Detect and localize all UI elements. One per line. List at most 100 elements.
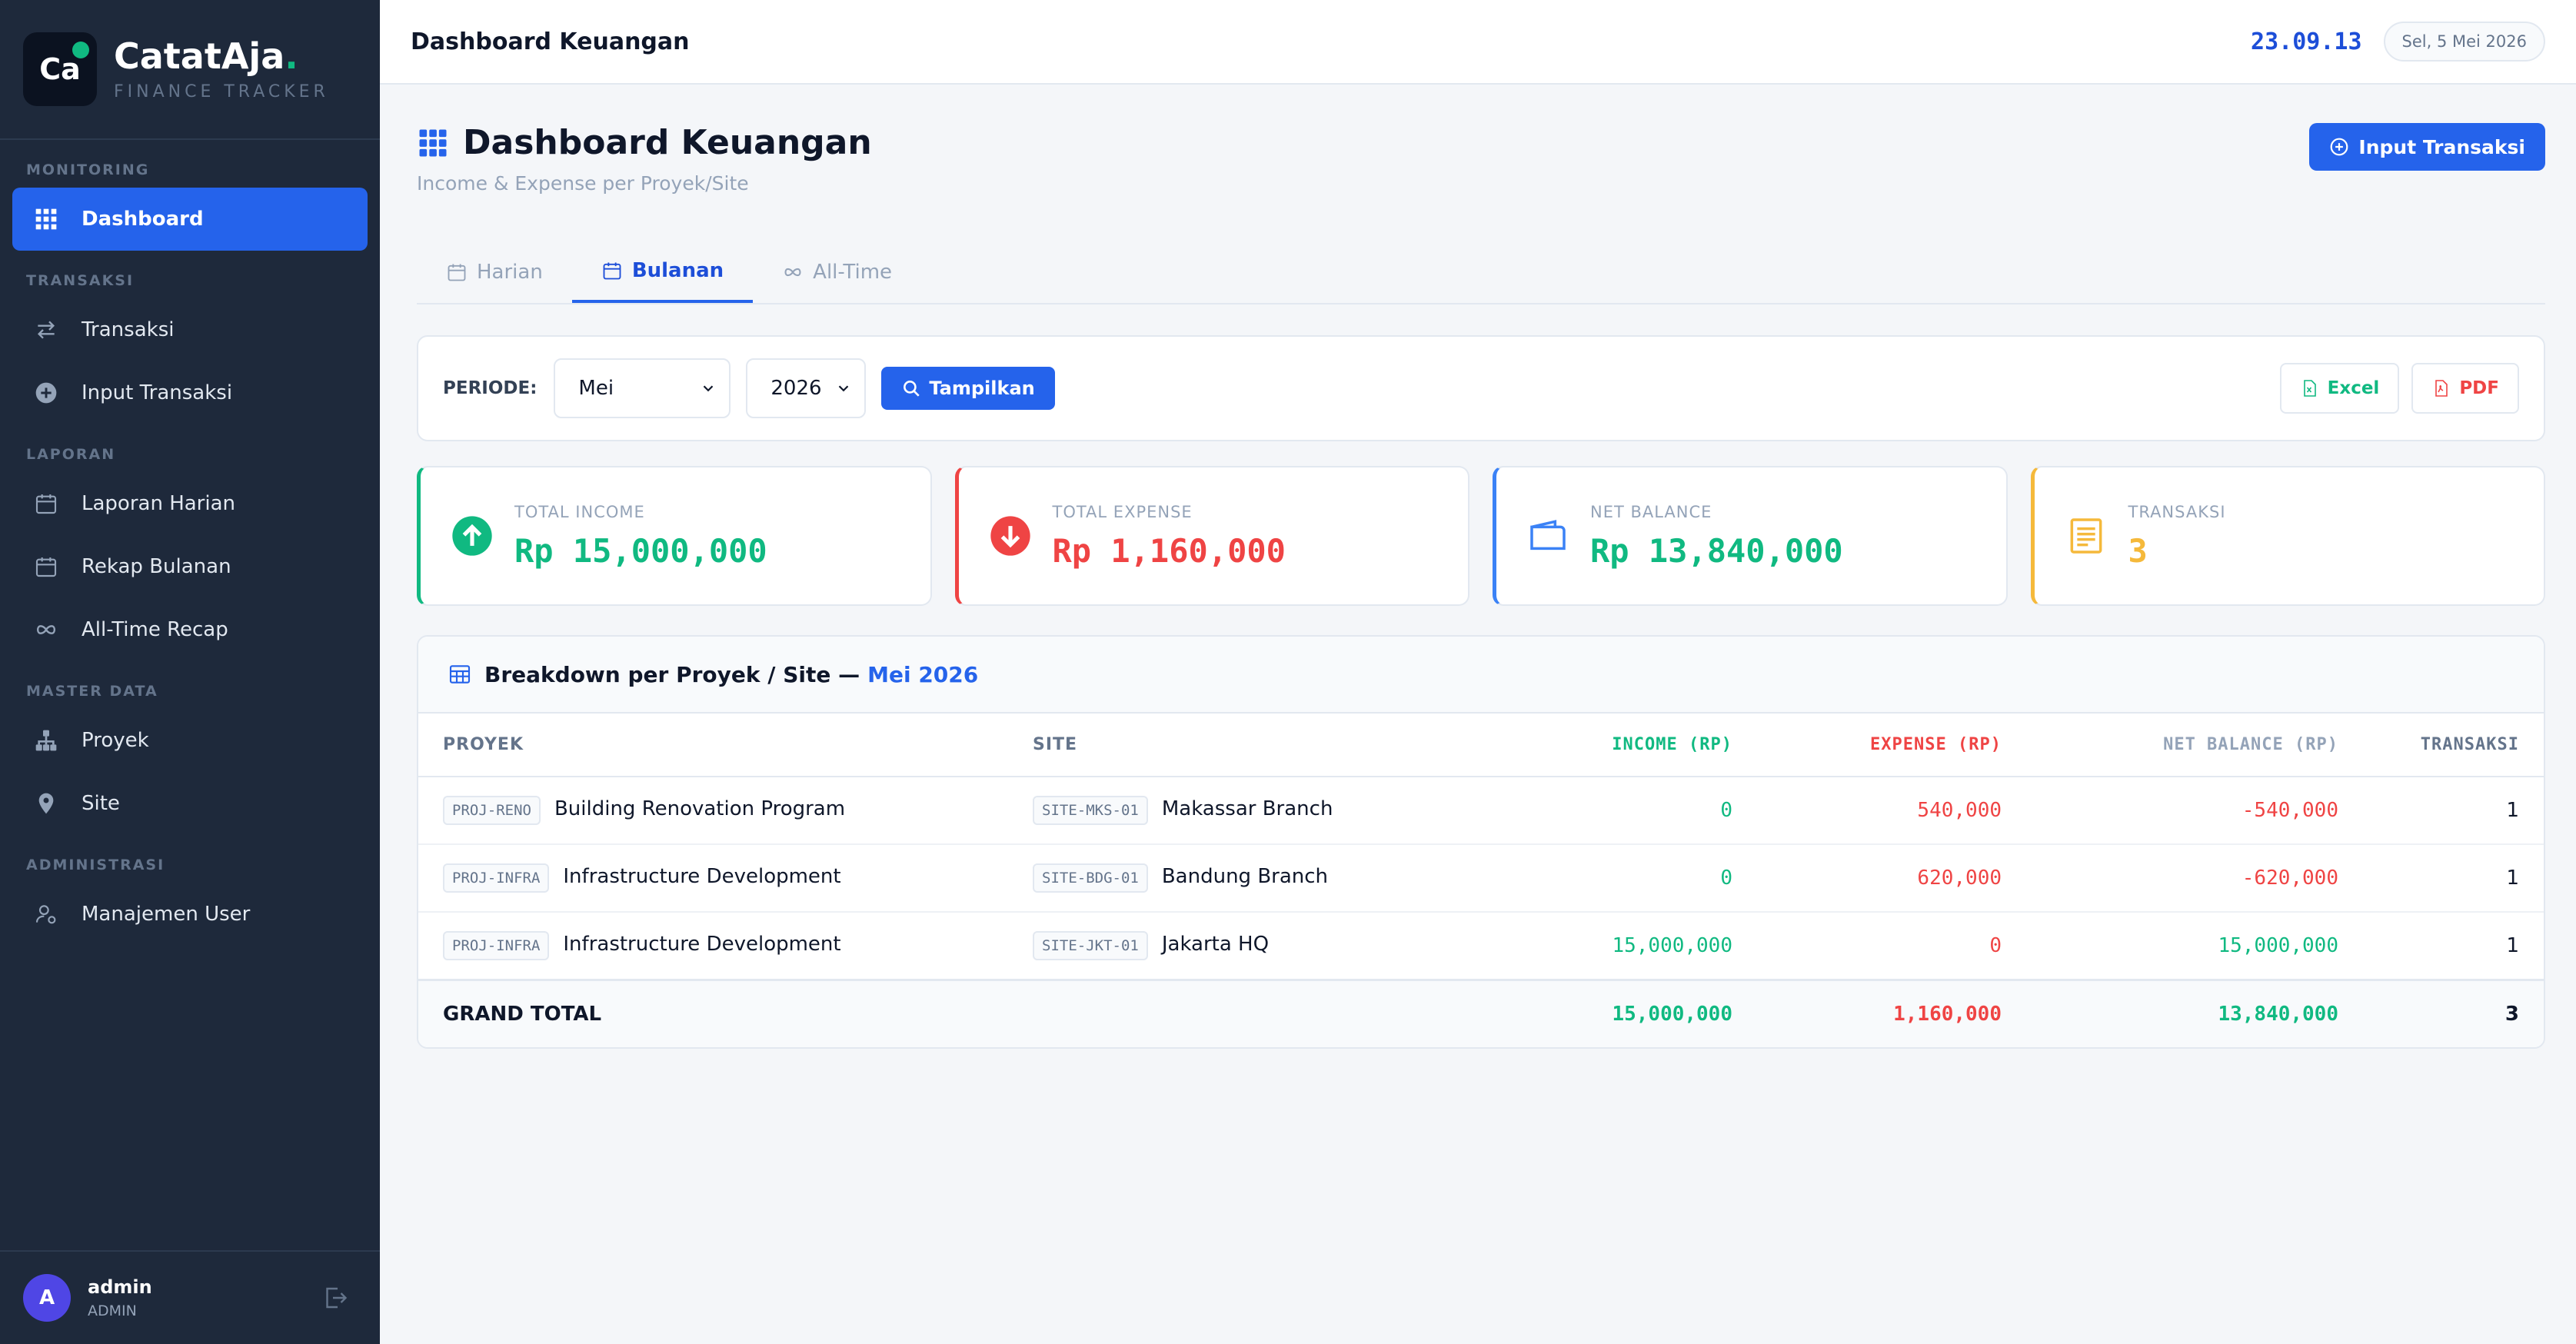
sitemap-icon [31,725,62,756]
sidebar-item-proyek[interactable]: Proyek [12,709,368,772]
calendar-month-icon [603,262,621,280]
stat-cards: TOTAL INCOME Rp 15,000,000 TOTAL EXPENSE… [417,466,2545,606]
brand-name: CatatAja. [114,37,329,76]
project-code: PROJ-INFRA [443,930,550,960]
income-cell: 0 [1463,844,1732,913]
income-cell: 0 [1463,777,1732,845]
year-select-value: 2026 [770,377,822,400]
excel-button[interactable]: Excel [2279,363,2400,414]
sidebar-item-all-time-recap[interactable]: All-Time Recap [12,598,368,661]
brand-logo: Ca [23,32,97,106]
page-title-text: Dashboard Keuangan [463,123,872,162]
calendar-icon [31,488,62,519]
project-name: Infrastructure Development [563,932,841,956]
stat-value: 3 [2128,531,2148,570]
receipt-icon [2064,514,2108,558]
stat-value: Rp 13,840,000 [1590,531,1843,570]
brand-tagline: FINANCE TRACKER [114,82,329,101]
tab-all-time[interactable]: All-Time [753,241,921,303]
col-transaksi[interactable]: TRANSAKSI [2338,714,2544,777]
sidebar-item-dashboard[interactable]: Dashboard [12,188,368,251]
grand-total-empty [1033,978,1463,1047]
col-proyek[interactable]: PROYEK [418,714,1033,777]
stat-value: Rp 1,160,000 [1052,531,1286,570]
sidebar-item-manajemen-user[interactable]: Manajemen User [12,883,368,946]
year-select[interactable]: 2026 [746,358,867,418]
avatar[interactable]: A [23,1274,71,1322]
excel-label: Excel [2327,378,2380,398]
brand-logo-text: Ca [39,52,81,86]
net-cell: 15,000,000 [2002,912,2338,980]
period-tabs: Harian Bulanan All-Time [417,221,2545,304]
stat-label: TRANSAKSI [2128,502,2226,521]
brand-logo-dot [72,42,89,58]
table-row[interactable]: PROJ-INFRA Infrastructure Development SIT… [418,844,2544,913]
pin-icon [31,788,62,819]
sidebar-item-label: Rekap Bulanan [82,555,231,578]
stat-label: TOTAL EXPENSE [1052,502,1193,521]
brand-name-dot: . [285,35,298,78]
expense-cell: 0 [1732,912,2002,980]
pdf-button[interactable]: PDF [2411,363,2519,414]
user-name: admin [88,1276,152,1298]
sidebar-item-site[interactable]: Site [12,772,368,835]
stat-transaksi: TRANSAKSI 3 [2030,466,2545,606]
chevron-down-icon [839,385,849,392]
wallet-icon [1526,514,1570,558]
col-net-balance[interactable]: NET BALANCE (RP) [2002,714,2338,777]
pdf-label: PDF [2459,378,2499,398]
net-cell: -620,000 [2002,844,2338,913]
nav-section-master-data: MASTER DATA [26,683,158,700]
tab-bulanan[interactable]: Bulanan [571,241,754,303]
stat-net-balance: NET BALANCE Rp 13,840,000 [1493,466,2008,606]
expense-cell: 620,000 [1732,844,2002,913]
calendar-icon [448,264,466,281]
date-badge: Sel, 5 Mei 2026 [2383,22,2545,62]
table-row[interactable]: PROJ-RENO Building Renovation Program SIT… [418,777,2544,845]
grid-icon [31,204,62,235]
clock: 23.09.13 [2251,28,2362,55]
logout-icon[interactable] [321,1284,349,1312]
sidebar-item-rekap-bulanan[interactable]: Rekap Bulanan [12,535,368,598]
table-row[interactable]: PROJ-INFRA Infrastructure Development SIT… [418,912,2544,980]
infinity-icon [784,268,801,277]
chevron-down-icon [704,385,714,392]
table-icon [449,665,471,684]
tab-label: Bulanan [631,259,724,282]
col-expense[interactable]: EXPENSE (RP) [1732,714,2002,777]
tampilkan-label: Tampilkan [929,378,1035,399]
col-income[interactable]: INCOME (RP) [1463,714,1732,777]
brand[interactable]: Ca CatatAja. FINANCE TRACKER [0,0,380,140]
plus-circle-icon [31,378,62,408]
breakdown-header: Breakdown per Proyek / Site — Mei 2026 [418,637,2544,714]
sidebar-item-transaksi[interactable]: Transaksi [12,298,368,361]
trx-cell: 1 [2338,844,2544,913]
site-code: SITE-BDG-01 [1033,863,1148,893]
project-name: Building Renovation Program [554,797,846,820]
sidebar-item-input-transaksi[interactable]: Input Transaksi [12,361,368,424]
breakdown-period: Mei 2026 [867,661,979,687]
arrow-up-circle-icon [450,514,494,558]
sidebar-item-laporan-harian[interactable]: Laporan Harian [12,472,368,535]
brand-name-text: CatatAja [114,35,285,78]
tab-harian[interactable]: Harian [417,241,572,303]
stat-value: Rp 15,000,000 [514,531,767,570]
stat-total-expense: TOTAL EXPENSE Rp 1,160,000 [954,466,1469,606]
site-name: Bandung Branch [1161,865,1329,888]
input-transaksi-label: Input Transaksi [2358,135,2525,158]
site-code: SITE-JKT-01 [1033,930,1148,960]
tab-label: Harian [477,261,543,284]
breakdown-table: PROYEK SITE INCOME (RP) EXPENSE (RP) NET… [418,714,2544,1047]
tampilkan-button[interactable]: Tampilkan [881,367,1055,410]
sidebar: Ca CatatAja. FINANCE TRACKER MONITORING … [0,0,380,1344]
site-code: SITE-MKS-01 [1033,796,1148,825]
calendar-icon [31,551,62,582]
page-subtitle: Income & Expense per Proyek/Site [417,172,749,195]
net-cell: -540,000 [2002,777,2338,845]
trx-cell: 1 [2338,912,2544,980]
month-select[interactable]: Mei [554,358,731,418]
nav-section-monitoring: MONITORING [26,161,150,178]
col-site[interactable]: SITE [1033,714,1463,777]
stat-label: NET BALANCE [1590,502,1712,521]
input-transaksi-button[interactable]: Input Transaksi [2309,123,2545,171]
